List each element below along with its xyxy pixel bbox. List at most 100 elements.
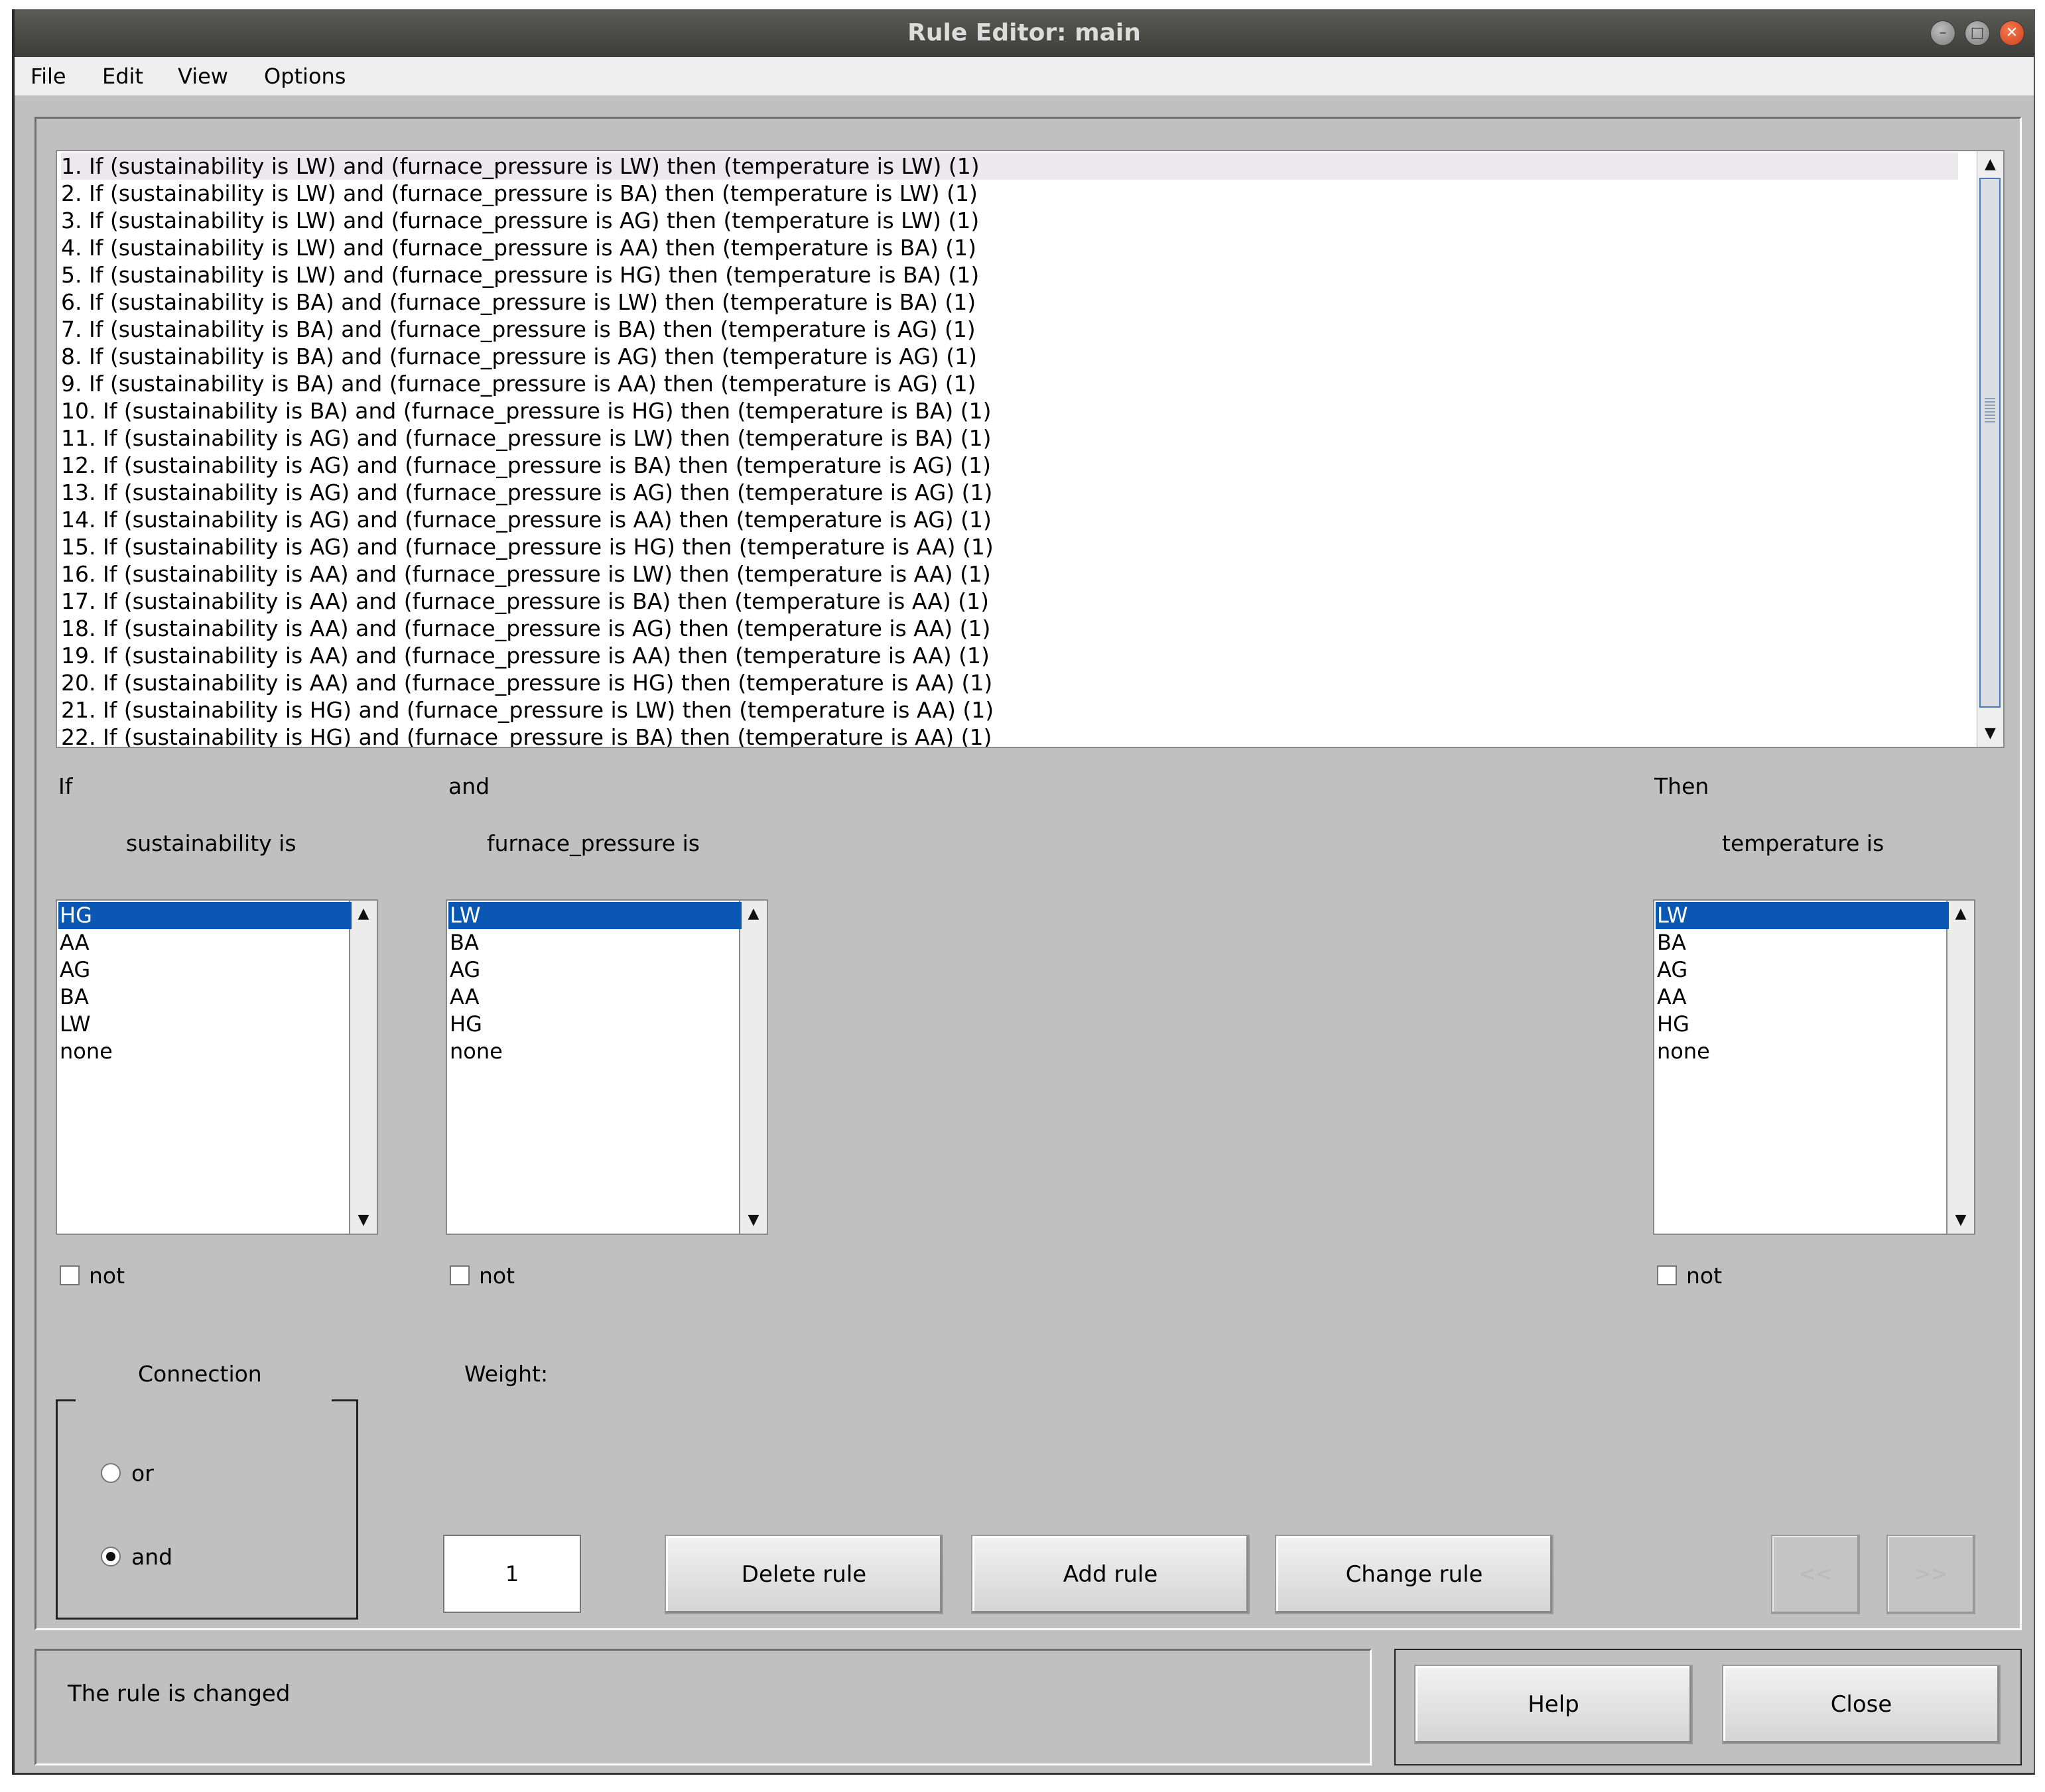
temperature-not-label: not (1686, 1263, 1723, 1289)
list-option[interactable]: LW (1656, 902, 1949, 929)
scroll-down-arrow-icon[interactable]: ▼ (1977, 720, 2003, 747)
list-option[interactable]: AA (1656, 984, 1949, 1011)
rules-list-scrollbar[interactable]: ▲ ▼ (1977, 151, 2003, 747)
connection-and-radio[interactable] (101, 1547, 121, 1567)
temperature-not-checkbox[interactable] (1657, 1265, 1677, 1285)
scroll-up-arrow-icon[interactable]: ▲ (740, 901, 767, 927)
menu-options[interactable]: Options (264, 57, 346, 96)
window-title: Rule Editor: main (907, 19, 1141, 46)
rule-row[interactable]: 21. If (sustainability is HG) and (furna… (61, 696, 1958, 724)
list-option[interactable]: AA (448, 984, 742, 1011)
radio-selected-dot-icon (106, 1552, 115, 1561)
rule-row[interactable]: 1. If (sustainability is LW) and (furnac… (61, 153, 1958, 180)
rule-row[interactable]: 12. If (sustainability is AG) and (furna… (61, 452, 1958, 479)
rule-row[interactable]: 4. If (sustainability is LW) and (furnac… (61, 234, 1958, 261)
rule-row[interactable]: 2. If (sustainability is LW) and (furnac… (61, 180, 1958, 207)
menu-edit[interactable]: Edit (102, 57, 143, 96)
add-rule-button[interactable]: Add rule (971, 1535, 1250, 1614)
previous-button[interactable]: << (1771, 1535, 1860, 1614)
scroll-down-arrow-icon[interactable]: ▼ (740, 1207, 767, 1234)
list-option[interactable]: LW (448, 902, 742, 929)
delete-rule-button[interactable]: Delete rule (665, 1535, 943, 1614)
rule-row[interactable]: 11. If (sustainability is AG) and (furna… (61, 424, 1958, 452)
rule-row[interactable]: 9. If (sustainability is BA) and (furnac… (61, 370, 1958, 397)
rule-row[interactable]: 10. If (sustainability is BA) and (furna… (61, 397, 1958, 424)
rule-row[interactable]: 22. If (sustainability is HG) and (furna… (61, 724, 1958, 747)
sustainability-listbox-scrollbar[interactable]: ▲ ▼ (349, 901, 377, 1234)
rule-row[interactable]: 6. If (sustainability is BA) and (furnac… (61, 288, 1958, 316)
furnace-pressure-listbox-scrollbar[interactable]: ▲ ▼ (739, 901, 767, 1234)
weight-input[interactable]: 1 (443, 1535, 581, 1613)
and-label: and (448, 773, 490, 799)
menu-bar: File Edit View Options (15, 57, 2034, 96)
if-label: If (58, 773, 73, 799)
list-option[interactable]: AA (58, 929, 352, 956)
furnace-pressure-not-checkbox[interactable] (450, 1265, 470, 1285)
then-label: Then (1654, 773, 1709, 799)
menu-view[interactable]: View (178, 57, 228, 96)
group-border (332, 1399, 358, 1401)
rule-row[interactable]: 7. If (sustainability is BA) and (furnac… (61, 316, 1958, 343)
connection-group (56, 1399, 358, 1620)
sustainability-not-label: not (89, 1263, 125, 1289)
rule-row[interactable]: 14. If (sustainability is AG) and (furna… (61, 506, 1958, 533)
list-option[interactable]: none (58, 1038, 352, 1065)
rule-row[interactable]: 16. If (sustainability is AA) and (furna… (61, 560, 1958, 588)
furnace-pressure-not-label: not (479, 1263, 515, 1289)
temperature-listbox-scrollbar[interactable]: ▲ ▼ (1946, 901, 1974, 1234)
rule-row[interactable]: 15. If (sustainability is AG) and (furna… (61, 533, 1958, 560)
list-option[interactable]: none (1656, 1038, 1949, 1065)
rule-row[interactable]: 3. If (sustainability is LW) and (furnac… (61, 207, 1958, 234)
sustainability-not-checkbox[interactable] (60, 1265, 80, 1285)
rule-row[interactable]: 13. If (sustainability is AG) and (furna… (61, 479, 1958, 506)
rule-editor-window: Rule Editor: main – □ ✕ File Edit View O… (12, 9, 2035, 1775)
list-option[interactable]: BA (1656, 929, 1949, 956)
scroll-up-arrow-icon[interactable]: ▲ (1947, 901, 1974, 927)
list-option[interactable]: BA (448, 929, 742, 956)
minimize-icon[interactable]: – (1930, 21, 1955, 46)
connection-label: Connection (138, 1361, 262, 1387)
scroll-down-arrow-icon[interactable]: ▼ (350, 1207, 377, 1234)
scroll-down-arrow-icon[interactable]: ▼ (1947, 1207, 1974, 1234)
list-option[interactable]: AG (1656, 956, 1949, 984)
rules-list-scroll-thumb[interactable] (1979, 178, 2001, 708)
furnace-pressure-listbox[interactable]: ▲ ▼ LW BA AG AA HG none (446, 899, 768, 1235)
title-bar: Rule Editor: main – □ ✕ (15, 9, 2034, 57)
list-option[interactable]: none (448, 1038, 742, 1065)
rules-list[interactable]: 1. If (sustainability is LW) and (furnac… (56, 150, 2005, 748)
list-option[interactable]: LW (58, 1011, 352, 1038)
rule-row[interactable]: 20. If (sustainability is AA) and (furna… (61, 669, 1958, 696)
list-option[interactable]: AG (58, 956, 352, 984)
weight-label: Weight: (464, 1361, 549, 1387)
connection-or-label: or (131, 1460, 154, 1486)
connection-and-label: and (131, 1544, 173, 1570)
connection-or-radio[interactable] (101, 1463, 121, 1483)
group-border (56, 1399, 76, 1401)
list-option[interactable]: HG (1656, 1011, 1949, 1038)
maximize-icon[interactable]: □ (1965, 21, 1990, 46)
rule-row[interactable]: 5. If (sustainability is LW) and (furnac… (61, 261, 1958, 288)
rule-row[interactable]: 17. If (sustainability is AA) and (furna… (61, 588, 1958, 615)
output-label: temperature is (1722, 830, 1884, 856)
temperature-listbox[interactable]: ▲ ▼ LW BA AG AA HG none (1653, 899, 1975, 1235)
close-window-icon[interactable]: ✕ (1999, 21, 2024, 46)
status-panel (34, 1649, 1372, 1765)
list-option[interactable]: AG (448, 956, 742, 984)
rule-row[interactable]: 19. If (sustainability is AA) and (furna… (61, 642, 1958, 669)
input-1-label: sustainability is (126, 830, 297, 856)
status-text: The rule is changed (68, 1681, 291, 1707)
menu-file[interactable]: File (31, 57, 66, 96)
rule-row[interactable]: 8. If (sustainability is BA) and (furnac… (61, 343, 1958, 370)
help-button[interactable]: Help (1414, 1665, 1693, 1744)
close-button[interactable]: Close (1722, 1665, 2001, 1744)
scroll-up-arrow-icon[interactable]: ▲ (350, 901, 377, 927)
list-option[interactable]: HG (448, 1011, 742, 1038)
next-button[interactable]: >> (1886, 1535, 1975, 1614)
sustainability-listbox[interactable]: ▲ ▼ HG AA AG BA LW none (56, 899, 378, 1235)
scroll-grip-icon (1985, 398, 1995, 424)
change-rule-button[interactable]: Change rule (1275, 1535, 1553, 1614)
rule-row[interactable]: 18. If (sustainability is AA) and (furna… (61, 615, 1958, 642)
scroll-up-arrow-icon[interactable]: ▲ (1977, 151, 2003, 178)
list-option[interactable]: HG (58, 902, 352, 929)
list-option[interactable]: BA (58, 984, 352, 1011)
